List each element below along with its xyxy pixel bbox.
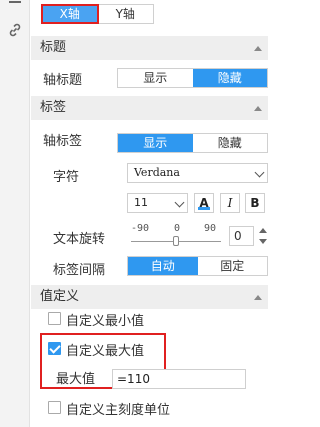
rotate-slider-handle[interactable]	[173, 236, 179, 246]
font-size-value: 11	[134, 196, 148, 209]
rotate-value-input[interactable]: 0	[229, 226, 254, 246]
axis-label-show-button[interactable]: 显示	[118, 134, 193, 152]
section-value-header[interactable]: 值定义	[31, 285, 268, 309]
font-family-select[interactable]: Verdana	[127, 163, 268, 183]
axis-label-toggle: 显示 隐藏	[117, 133, 268, 153]
axis-title-toggle: 显示 隐藏	[117, 68, 268, 88]
stepper-down-icon[interactable]	[259, 239, 267, 244]
italic-button[interactable]: I	[220, 193, 240, 213]
rotate-min-label: -90	[131, 223, 150, 234]
rotate-mid-label: 0	[174, 223, 181, 234]
collapse-caret-icon[interactable]	[254, 46, 262, 51]
link-icon[interactable]	[7, 22, 23, 38]
font-family-value: Verdana	[134, 166, 180, 179]
axis-title-show-button[interactable]: 显示	[118, 69, 193, 87]
custom-max-label: 自定义最大值	[66, 344, 145, 359]
chevron-down-icon	[254, 167, 265, 178]
label-interval-label: 标签间隔	[53, 263, 106, 278]
collapse-caret-icon[interactable]	[254, 295, 262, 300]
bold-button[interactable]: B	[245, 193, 265, 213]
stepper-up-icon[interactable]	[259, 228, 267, 233]
custom-min-label: 自定义最小值	[66, 314, 145, 329]
left-rail	[0, 0, 30, 427]
section-title: 标题	[40, 40, 67, 55]
section-title-header[interactable]: 标题	[31, 36, 268, 60]
axis-label-hide-button[interactable]: 隐藏	[193, 134, 268, 152]
custom-major-unit-checkbox[interactable]	[48, 401, 61, 414]
max-value-input[interactable]: =110	[112, 369, 246, 389]
section-value: 值定义	[40, 289, 80, 304]
custom-max-checkbox[interactable]	[48, 342, 61, 355]
axis-title-label: 轴标题	[43, 73, 83, 88]
chevron-down-icon	[174, 197, 185, 208]
font-color-swatch	[198, 207, 210, 210]
tab-y-axis[interactable]: Y轴	[98, 5, 154, 23]
interval-fixed-button[interactable]: 固定	[198, 257, 268, 275]
text-rotate-label: 文本旋转	[53, 232, 106, 247]
max-value-label: 最大值	[56, 372, 96, 387]
axis-label-label: 轴标签	[43, 134, 83, 149]
label-interval-toggle: 自动 固定	[127, 256, 268, 276]
section-label: 标签	[40, 100, 67, 115]
tab-x-axis[interactable]: X轴	[41, 4, 99, 24]
custom-major-unit-label: 自定义主刻度单位	[66, 403, 171, 418]
list-icon[interactable]	[7, 0, 23, 11]
font-color-button[interactable]: A	[194, 193, 214, 213]
axis-title-hide-button[interactable]: 隐藏	[192, 69, 267, 87]
interval-auto-button[interactable]: 自动	[128, 257, 198, 275]
font-label: 字符	[53, 170, 80, 185]
axis-settings-panel: X轴 Y轴 标题 轴标题 显示 隐藏 标签 轴标签 显示 隐藏 字符 Verda…	[31, 0, 268, 427]
rotate-stepper[interactable]	[258, 226, 268, 246]
axis-tabs: X轴 Y轴	[41, 4, 154, 24]
section-label-header[interactable]: 标签	[31, 96, 268, 120]
rotate-max-label: 90	[204, 223, 217, 234]
font-size-select[interactable]: 11	[127, 193, 188, 213]
custom-min-checkbox[interactable]	[48, 312, 61, 325]
collapse-caret-icon[interactable]	[254, 106, 262, 111]
